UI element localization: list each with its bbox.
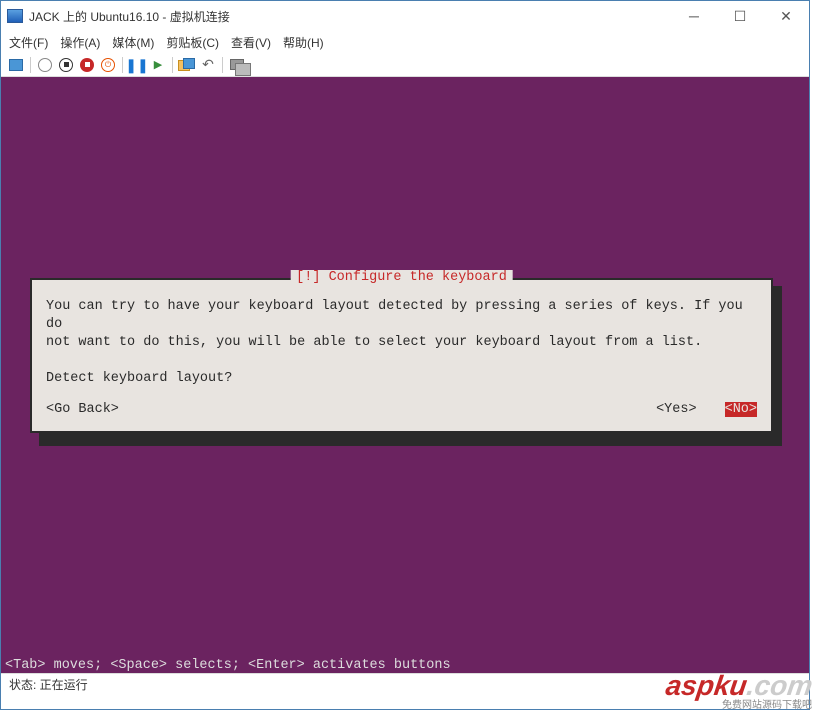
dialog-prompt: Detect keyboard layout? (46, 371, 232, 386)
statusbar: 状态: 正在运行 (1, 673, 809, 695)
titlebar: JACK 上的 Ubuntu16.10 - 虚拟机连接 ─ ☐ ✕ (1, 1, 809, 31)
turn-off-button[interactable] (57, 56, 75, 74)
separator (172, 57, 173, 73)
hint-bar: <Tab> moves; <Space> selects; <Enter> ac… (5, 658, 451, 673)
menu-media[interactable]: 媒体(M) (112, 34, 154, 51)
menu-clipboard[interactable]: 剪贴板(C) (166, 34, 219, 51)
toolbar: ⏻ ❚❚ ▶ ↶ (1, 53, 809, 77)
menubar: 文件(F) 操作(A) 媒体(M) 剪贴板(C) 查看(V) 帮助(H) (1, 31, 809, 53)
dialog-title: [!] Configure the keyboard (290, 270, 513, 285)
window-controls: ─ ☐ ✕ (671, 1, 809, 31)
checkpoint-button[interactable] (178, 56, 196, 74)
close-button[interactable]: ✕ (763, 1, 809, 31)
maximize-button[interactable]: ☐ (717, 1, 763, 31)
dialog-buttons: <Go Back> <Yes> <No> (46, 402, 757, 417)
shutdown-button[interactable] (78, 56, 96, 74)
dialog-line1: You can try to have your keyboard layout… (46, 299, 751, 332)
menu-help[interactable]: 帮助(H) (283, 34, 324, 51)
reset-button[interactable]: ▶ (149, 56, 167, 74)
app-icon (7, 9, 23, 23)
vm-display[interactable]: [!] Configure the keyboard You can try t… (1, 77, 809, 673)
separator (222, 57, 223, 73)
save-button[interactable]: ⏻ (99, 56, 117, 74)
separator (30, 57, 31, 73)
minimize-button[interactable]: ─ (671, 1, 717, 31)
vm-window: JACK 上的 Ubuntu16.10 - 虚拟机连接 ─ ☐ ✕ 文件(F) … (0, 0, 810, 710)
menu-view[interactable]: 查看(V) (231, 34, 271, 51)
separator (122, 57, 123, 73)
installer-screen: [!] Configure the keyboard You can try t… (1, 77, 809, 673)
status-text: 状态: 正在运行 (9, 676, 88, 693)
keyboard-dialog: [!] Configure the keyboard You can try t… (30, 278, 773, 433)
go-back-button[interactable]: <Go Back> (46, 402, 119, 417)
window-title: JACK 上的 Ubuntu16.10 - 虚拟机连接 (29, 8, 671, 25)
ctrl-alt-del-button[interactable] (7, 56, 25, 74)
start-button[interactable] (36, 56, 54, 74)
revert-button[interactable]: ↶ (199, 56, 217, 74)
pause-button[interactable]: ❚❚ (128, 56, 146, 74)
dialog-line2: not want to do this, you will be able to… (46, 335, 702, 350)
yes-button[interactable]: <Yes> (656, 402, 697, 417)
enhanced-session-button[interactable] (228, 56, 246, 74)
menu-file[interactable]: 文件(F) (9, 34, 48, 51)
dialog-body: You can try to have your keyboard layout… (32, 280, 771, 388)
no-button[interactable]: <No> (725, 402, 757, 417)
menu-action[interactable]: 操作(A) (60, 34, 100, 51)
